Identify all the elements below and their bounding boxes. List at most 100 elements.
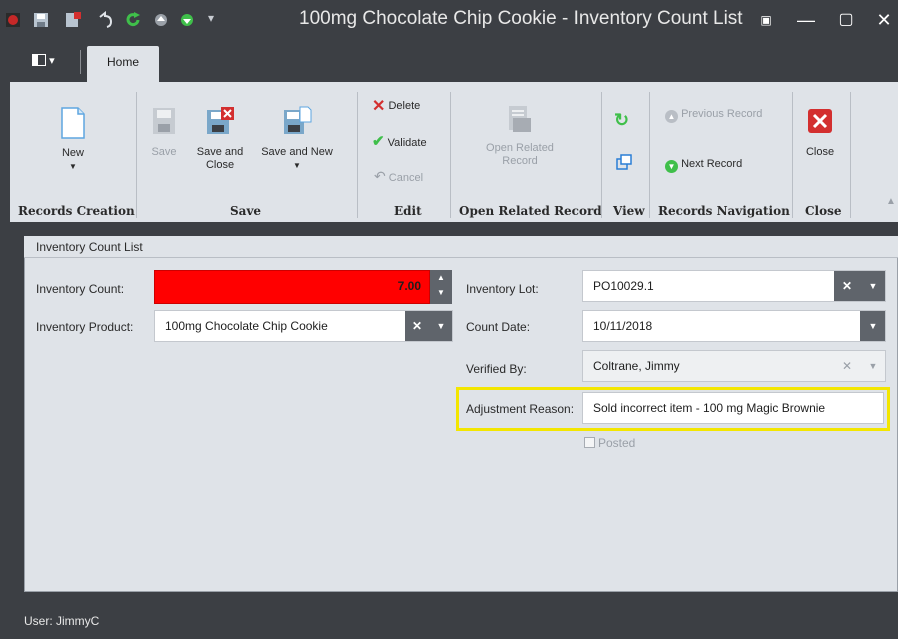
tab-home[interactable]: Home	[87, 46, 159, 84]
restore-ribbon-icon[interactable]: ▣	[756, 10, 776, 30]
group-separator	[850, 92, 851, 218]
undo-icon[interactable]	[96, 11, 114, 29]
inventory-count-field[interactable]: 7.00	[154, 270, 430, 304]
clear-icon[interactable]: ✕	[834, 271, 860, 301]
close-record-button[interactable]: Close	[800, 108, 840, 159]
group-label-records-creation: Records Creation	[18, 204, 135, 218]
spin-up-icon[interactable]: ▲	[430, 270, 452, 285]
save-button[interactable]: Save	[144, 106, 184, 159]
maximize-button[interactable]: ▢	[836, 10, 856, 30]
count-date-field[interactable]: 10/11/2018 ▼	[582, 310, 886, 342]
save-and-new-button[interactable]: Save and New ▼	[260, 106, 334, 172]
close-window-button[interactable]: ✕	[874, 10, 894, 30]
inventory-lot-value: PO10029.1	[593, 279, 654, 293]
group-label-view: View	[613, 204, 645, 218]
tab-separator	[80, 50, 81, 74]
clear-icon: ✕	[841, 359, 853, 373]
save-and-new-icon	[284, 106, 312, 134]
save-and-close-icon[interactable]	[64, 11, 82, 29]
previous-record-icon[interactable]	[152, 11, 170, 29]
group-label-edit: Edit	[394, 204, 422, 218]
panel-layout-icon	[32, 54, 46, 66]
group-label-records-navigation: Records Navigation	[658, 204, 790, 218]
save-and-new-label: Save and New	[261, 146, 333, 158]
checkbox-box[interactable]	[584, 437, 595, 448]
title-bar: ▾ 100mg Chocolate Chip Cookie - Inventor…	[0, 0, 898, 42]
chevron-down-icon[interactable]: ▼	[860, 271, 885, 301]
related-record-icon	[509, 106, 531, 132]
save-and-close-label: Save and Close	[196, 146, 244, 171]
status-bar: User: JimmyC	[10, 606, 898, 639]
validate-button[interactable]: ✔ Validate	[372, 132, 427, 150]
cancel-button[interactable]: ↶ Cancel	[374, 168, 423, 185]
open-related-record-button[interactable]: Open Related Record	[480, 104, 560, 168]
inventory-product-value: 100mg Chocolate Chip Cookie	[165, 319, 328, 333]
count-date-value: 10/11/2018	[593, 319, 653, 333]
group-label-close: Close	[805, 204, 842, 218]
inventory-product-label: Inventory Product:	[36, 320, 134, 334]
spin-down-icon[interactable]: ▼	[430, 285, 452, 300]
refresh-icon: ↻	[614, 110, 630, 130]
inventory-lot-field[interactable]: PO10029.1 ✕ ▼	[582, 270, 886, 302]
verified-by-field[interactable]: Coltrane, Jimmy ✕ ▼	[582, 350, 886, 382]
app-icon	[6, 13, 20, 27]
new-button-label: New	[61, 147, 84, 159]
adjustment-reason-field[interactable]: Sold incorrect item - 100 mg Magic Brown…	[582, 392, 884, 424]
save-and-close-icon	[207, 107, 234, 134]
chevron-down-icon: ▼	[69, 162, 77, 171]
delete-x-icon: ✕	[372, 98, 386, 115]
window-title: 100mg Chocolate Chip Cookie - Inventory …	[299, 8, 743, 29]
next-record-icon: ▼	[665, 160, 678, 173]
customize-quick-access-icon[interactable]: ▾	[208, 11, 226, 29]
chevron-down-icon: ▼	[293, 161, 301, 170]
new-button[interactable]: New ▼	[44, 106, 102, 173]
open-in-window-button[interactable]	[616, 154, 632, 173]
save-disk-icon	[153, 108, 175, 134]
chevron-down-icon[interactable]: ▼	[429, 311, 452, 341]
group-separator	[649, 92, 650, 218]
collapse-ribbon-icon[interactable]: ▲	[886, 196, 896, 207]
close-record-label: Close	[805, 146, 835, 158]
group-separator	[357, 92, 358, 218]
group-label-save: Save	[230, 204, 262, 218]
count-date-label: Count Date:	[466, 320, 531, 334]
refresh-button[interactable]: ↻	[614, 110, 629, 131]
next-record-button[interactable]: ▼ Next Record	[665, 158, 742, 173]
new-document-icon	[61, 107, 85, 139]
inventory-count-spinner[interactable]: ▲ ▼	[430, 270, 452, 304]
save-icon[interactable]	[32, 11, 50, 29]
cancel-label: Cancel	[388, 172, 424, 184]
validate-label: Validate	[387, 137, 427, 149]
open-related-record-label: Open Related Record	[486, 142, 554, 167]
clear-icon[interactable]: ✕	[405, 311, 429, 341]
inventory-product-field[interactable]: 100mg Chocolate Chip Cookie ✕ ▼	[154, 310, 453, 342]
save-button-label: Save	[151, 146, 177, 158]
inventory-count-label: Inventory Count:	[36, 282, 125, 296]
panel-title: Inventory Count List	[24, 236, 898, 258]
verified-by-label: Verified By:	[466, 362, 527, 376]
group-separator	[601, 92, 602, 218]
group-separator	[450, 92, 451, 218]
verified-by-value: Coltrane, Jimmy	[593, 359, 680, 373]
save-and-close-button[interactable]: Save and Close	[194, 106, 246, 172]
view-menu-button[interactable]: ▾	[32, 54, 68, 72]
chevron-down-icon: ▼	[868, 361, 878, 371]
posted-checkbox[interactable]: Posted	[584, 436, 635, 450]
check-icon: ✔	[372, 133, 385, 150]
delete-button[interactable]: ✕ Delete	[372, 96, 420, 116]
group-label-open-related-record: Open Related Record	[459, 204, 602, 218]
next-record-icon[interactable]	[178, 11, 196, 29]
previous-record-label: Previous Record	[681, 108, 763, 120]
open-window-icon	[616, 154, 632, 170]
refresh-icon[interactable]	[124, 11, 142, 29]
minimize-button[interactable]: —	[796, 10, 816, 30]
status-user: User: JimmyC	[24, 614, 100, 628]
chevron-down-icon[interactable]: ▼	[860, 311, 885, 341]
close-x-icon	[808, 109, 832, 133]
adjustment-reason-value: Sold incorrect item - 100 mg Magic Brown…	[593, 401, 826, 415]
undo-icon: ↶	[374, 168, 386, 184]
previous-record-icon: ▲	[665, 110, 678, 123]
ribbon: New ▼ Records Creation Save Save and Clo…	[10, 82, 898, 222]
inventory-lot-label: Inventory Lot:	[466, 282, 539, 296]
previous-record-button[interactable]: ▲ Previous Record	[665, 108, 762, 123]
